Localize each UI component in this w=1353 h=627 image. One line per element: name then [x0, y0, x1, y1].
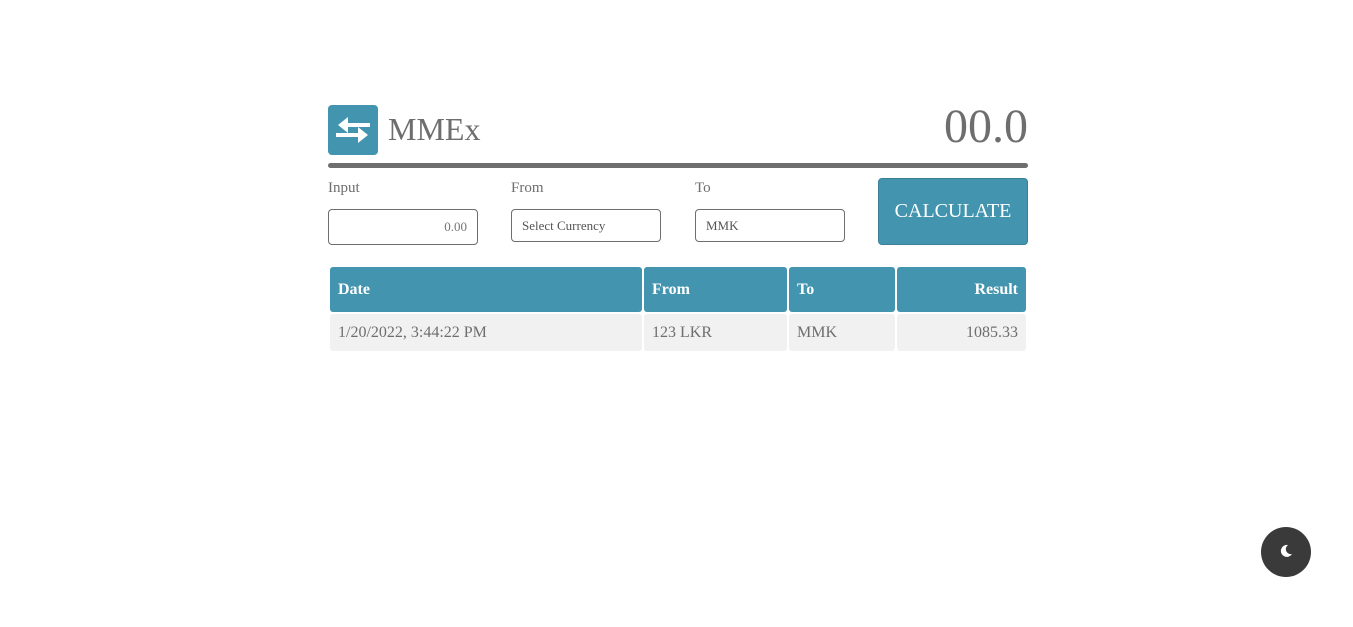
exchange-arrows-icon [336, 117, 370, 143]
header-divider [328, 163, 1028, 168]
to-label: To [695, 180, 711, 196]
to-currency-field[interactable]: MMK [695, 209, 845, 242]
converter-panel: MMEx 00.0 Input From Select Currency To … [328, 100, 1028, 351]
theme-toggle-button[interactable] [1261, 527, 1311, 577]
column-header-from: From [644, 267, 787, 312]
app-logo [328, 105, 378, 155]
result-display: 00.0 [944, 100, 1028, 153]
history-header-row: Date From To Result [330, 267, 1026, 312]
from-currency-select[interactable]: Select Currency [511, 209, 661, 242]
app-title: MMEx [388, 111, 481, 147]
table-row: 1/20/2022, 3:44:22 PM 123 LKR MMK 1085.3… [330, 314, 1026, 351]
column-header-result: Result [897, 267, 1026, 312]
row-date: 1/20/2022, 3:44:22 PM [330, 314, 642, 351]
header: MMEx 00.0 [328, 100, 1028, 155]
row-from: 123 LKR [644, 314, 787, 351]
calculate-button[interactable]: CALCULATE [878, 178, 1028, 245]
from-label: From [511, 180, 544, 196]
column-header-date: Date [330, 267, 642, 312]
row-result: 1085.33 [897, 314, 1026, 351]
row-to: MMK [789, 314, 895, 351]
moon-icon [1280, 544, 1292, 557]
input-label: Input [328, 180, 360, 196]
column-header-to: To [789, 267, 895, 312]
history-table: Date From To Result 1/20/2022, 3:44:22 P… [328, 265, 1028, 353]
amount-input[interactable] [328, 209, 478, 245]
